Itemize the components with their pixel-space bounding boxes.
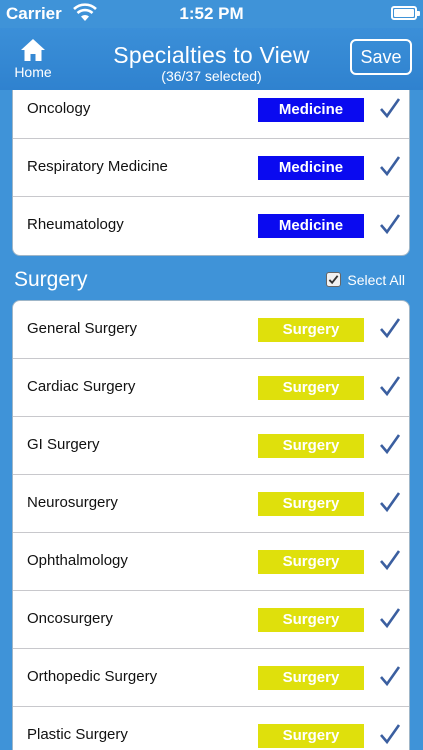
- specialty-name: Ophthalmology: [27, 552, 128, 569]
- navigation-bar: Home Specialties to View (36/37 selected…: [0, 28, 423, 90]
- checkmark-icon: [380, 156, 401, 177]
- specialty-name: Neurosurgery: [27, 494, 118, 511]
- specialty-name: Oncosurgery: [27, 610, 113, 627]
- status-bar: Carrier 1:52 PM: [0, 0, 423, 28]
- category-tag: Surgery: [258, 724, 364, 748]
- checkmark-icon: [380, 666, 401, 687]
- category-tag: Medicine: [258, 98, 364, 122]
- category-tag: Surgery: [258, 434, 364, 458]
- specialty-row[interactable]: Neurosurgery Surgery: [13, 475, 409, 533]
- battery-level: [394, 9, 415, 17]
- checkmark-icon: [329, 275, 339, 285]
- category-tag: Surgery: [258, 318, 364, 342]
- specialty-row[interactable]: Oncology Medicine: [13, 90, 409, 139]
- specialty-name: Rheumatology: [27, 216, 124, 233]
- surgery-card: General Surgery Surgery Cardiac Surgery Sur…: [12, 300, 410, 750]
- category-tag: Medicine: [258, 156, 364, 180]
- specialty-row[interactable]: GI Surgery Surgery: [13, 417, 409, 475]
- checkmark-icon: [380, 318, 401, 339]
- medicine-card: Oncology Medicine Respiratory Medicine Medi…: [12, 90, 410, 256]
- category-tag: Surgery: [258, 666, 364, 690]
- specialty-row[interactable]: Cardiac Surgery Surgery: [13, 359, 409, 417]
- specialty-row[interactable]: Orthopedic Surgery Surgery: [13, 649, 409, 707]
- home-icon: [21, 39, 45, 61]
- category-tag: Surgery: [258, 376, 364, 400]
- specialty-row[interactable]: Respiratory Medicine Medicine: [13, 139, 409, 197]
- specialty-name: General Surgery: [27, 320, 138, 337]
- specialty-name: Cardiac Surgery: [27, 378, 136, 395]
- checkmark-icon: [380, 550, 401, 571]
- category-tag: Medicine: [258, 214, 364, 238]
- specialty-name: Plastic Surgery: [27, 726, 128, 743]
- checkmark-icon: [380, 214, 401, 235]
- category-tag: Surgery: [258, 492, 364, 516]
- select-all-checkbox[interactable]: [326, 272, 342, 287]
- specialty-row[interactable]: Plastic Surgery Surgery: [13, 707, 409, 750]
- specialty-row[interactable]: Oncosurgery Surgery: [13, 591, 409, 649]
- specialty-name: GI Surgery: [27, 436, 100, 453]
- specialty-name: Respiratory Medicine: [27, 158, 168, 175]
- specialty-list[interactable]: Oncology Medicine Respiratory Medicine Medi…: [0, 90, 423, 750]
- checkmark-icon: [380, 98, 401, 119]
- select-all-toggle[interactable]: Select All: [326, 272, 405, 288]
- category-tag: Surgery: [258, 608, 364, 632]
- surgery-section-header: Surgery Select All: [0, 262, 423, 300]
- home-label: Home: [14, 64, 52, 80]
- checkmark-icon: [380, 376, 401, 397]
- category-tag: Surgery: [258, 550, 364, 574]
- checkmark-icon: [380, 608, 401, 629]
- specialty-row[interactable]: Ophthalmology Surgery: [13, 533, 409, 591]
- specialty-name: Oncology: [27, 100, 91, 117]
- checkmark-icon: [380, 724, 401, 745]
- checkmark-icon: [380, 434, 401, 455]
- home-button[interactable]: Home: [8, 38, 58, 86]
- selection-count: (36/37 selected): [161, 68, 262, 84]
- select-all-label: Select All: [347, 272, 405, 288]
- clock: 1:52 PM: [179, 4, 244, 23]
- page-title: Specialties to View: [113, 42, 310, 68]
- specialty-name: Orthopedic Surgery: [27, 668, 158, 685]
- battery-icon: [391, 6, 420, 20]
- checkmark-icon: [380, 492, 401, 513]
- specialty-row[interactable]: Rheumatology Medicine: [13, 197, 409, 255]
- specialty-row[interactable]: General Surgery Surgery: [13, 301, 409, 359]
- section-title: Surgery: [14, 268, 88, 291]
- save-button[interactable]: Save: [350, 39, 412, 75]
